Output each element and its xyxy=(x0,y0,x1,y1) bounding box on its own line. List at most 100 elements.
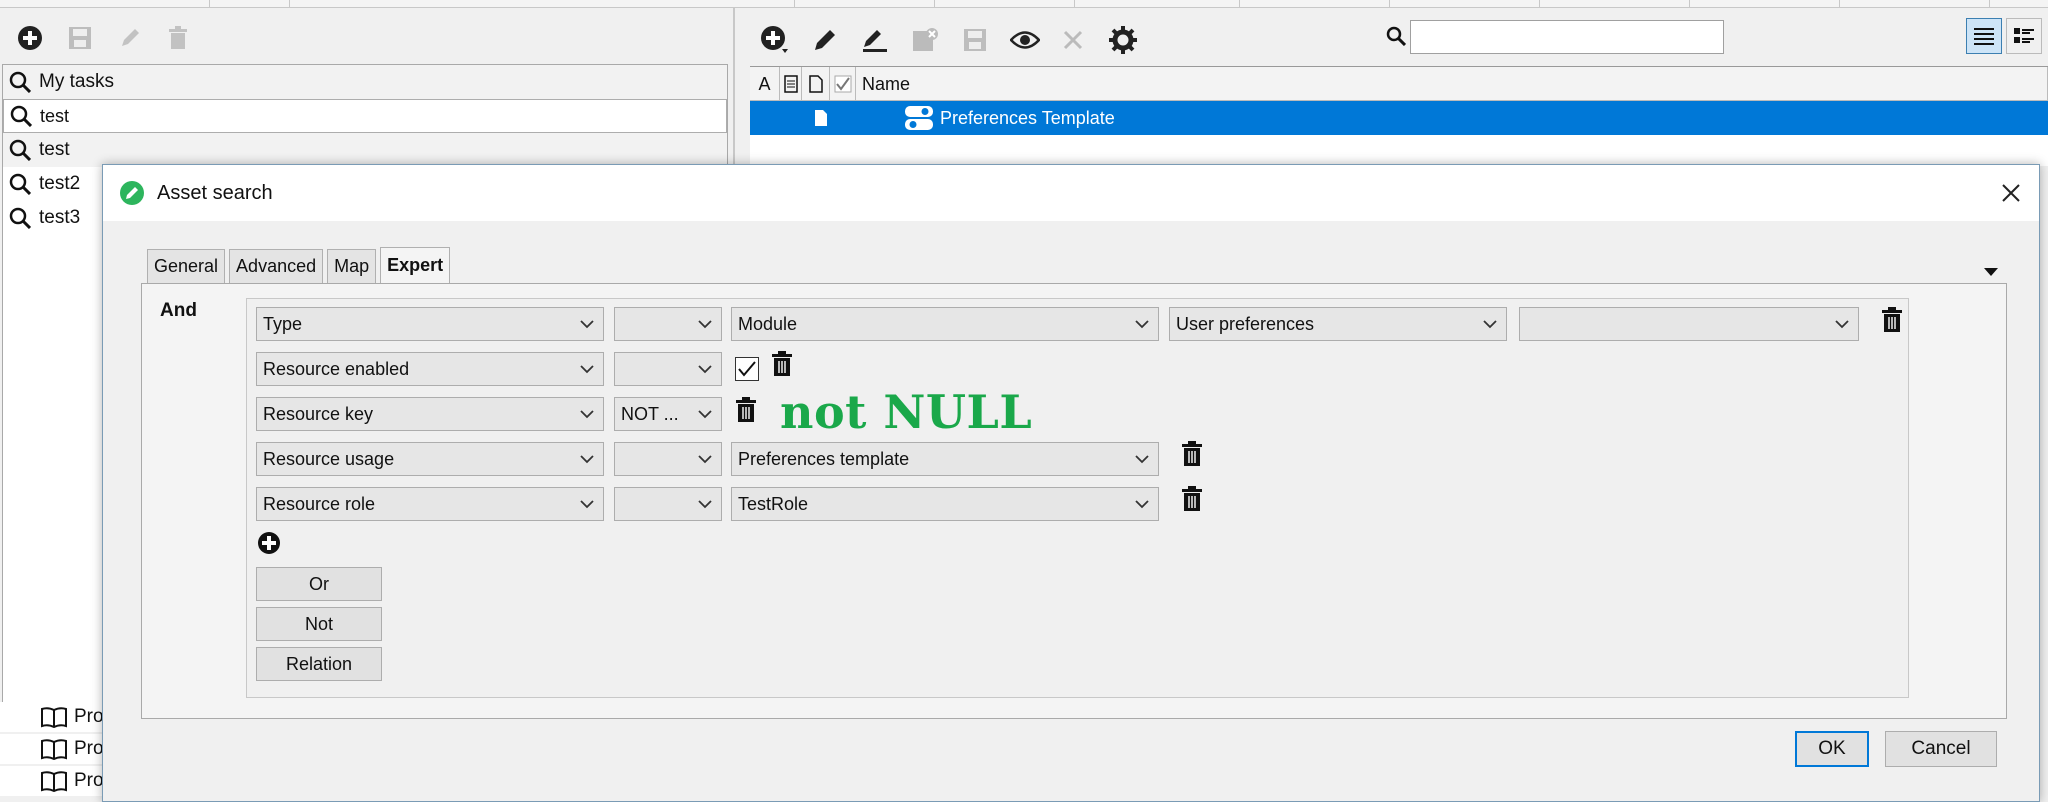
checkmark-icon xyxy=(738,361,756,377)
search-icon xyxy=(9,173,31,195)
view-icon[interactable] xyxy=(1007,22,1043,58)
tab-general[interactable]: General xyxy=(147,249,226,283)
save-icon[interactable] xyxy=(62,20,98,56)
remove-icon[interactable] xyxy=(907,22,943,58)
column-header[interactable] xyxy=(830,67,856,101)
conditions-area: Type Module User preferences Resource en… xyxy=(246,298,1909,698)
operator-select[interactable] xyxy=(614,352,722,386)
value-select[interactable]: User preferences xyxy=(1169,307,1507,341)
search-icon xyxy=(10,105,32,127)
trash-icon[interactable] xyxy=(1181,486,1203,512)
tab-menu-dropdown[interactable] xyxy=(1983,261,1999,283)
add-icon[interactable] xyxy=(12,20,48,56)
search-icon xyxy=(9,71,31,93)
save-icon[interactable] xyxy=(957,22,993,58)
list-item[interactable]: Pro xyxy=(0,734,110,764)
top-tab-strip xyxy=(0,0,2048,8)
list-item-label: Pro xyxy=(74,706,104,727)
chevron-down-icon xyxy=(698,500,712,509)
list-item[interactable]: My tasks xyxy=(3,65,727,99)
field-select[interactable]: Type xyxy=(256,307,604,341)
list-item[interactable]: test xyxy=(3,99,727,133)
list-item-label: test3 xyxy=(39,207,81,228)
search-input[interactable] xyxy=(1410,20,1724,54)
button-label: Or xyxy=(309,573,329,594)
left-toolbar xyxy=(0,18,735,62)
book-icon xyxy=(41,707,67,728)
delete-icon[interactable] xyxy=(160,20,196,56)
list-item[interactable]: Pro xyxy=(0,702,110,732)
field-select[interactable]: Resource key xyxy=(256,397,604,431)
operator-label: And xyxy=(160,300,197,321)
not-button[interactable]: Not xyxy=(256,607,382,641)
enabled-checkbox[interactable] xyxy=(735,357,759,381)
trash-icon[interactable] xyxy=(735,397,757,423)
list-item-label: My tasks xyxy=(39,71,114,92)
add-dropdown-icon[interactable] xyxy=(757,22,793,58)
column-header[interactable]: A xyxy=(750,67,780,101)
select-value: Resource role xyxy=(263,493,376,514)
button-label: Relation xyxy=(285,653,353,674)
column-header[interactable] xyxy=(802,67,830,101)
list-view-icon xyxy=(1974,28,1994,45)
value-select[interactable] xyxy=(1519,307,1859,341)
value-select[interactable]: Preferences template xyxy=(731,442,1159,476)
field-select[interactable]: Resource enabled xyxy=(256,352,604,386)
table-row[interactable]: Preferences Template xyxy=(750,101,2048,135)
chevron-down-icon xyxy=(580,320,594,329)
add-condition-icon[interactable] xyxy=(257,531,281,555)
chevron-down-icon xyxy=(580,365,594,374)
field-select[interactable]: Resource usage xyxy=(256,442,604,476)
list-item[interactable]: test xyxy=(3,133,727,167)
search-icon xyxy=(9,207,31,229)
column-header-label: A xyxy=(758,73,771,94)
search-icon xyxy=(1386,26,1407,52)
select-value: TestRole xyxy=(738,493,809,514)
tab-advanced[interactable]: Advanced xyxy=(229,249,324,283)
column-header-label: Name xyxy=(862,73,911,94)
list-item-label: test xyxy=(39,139,70,160)
list-item[interactable]: Pro xyxy=(0,766,110,796)
chevron-down-icon xyxy=(698,455,712,464)
value-select[interactable]: TestRole xyxy=(731,487,1159,521)
select-value: Resource usage xyxy=(263,448,395,469)
detail-view-button[interactable] xyxy=(2006,18,2042,54)
ok-button[interactable]: OK xyxy=(1795,731,1869,767)
trash-icon[interactable] xyxy=(1181,441,1203,467)
select-value: Resource key xyxy=(263,403,374,424)
tab-label: Advanced xyxy=(236,256,317,276)
operator-select[interactable] xyxy=(614,307,722,341)
toggle-icon xyxy=(905,106,933,130)
chevron-down-icon xyxy=(580,455,594,464)
value-select[interactable]: Module xyxy=(731,307,1159,341)
dialog-close-button[interactable] xyxy=(1993,175,2029,211)
list-view-button[interactable] xyxy=(1966,18,2002,54)
row-name: Preferences Template xyxy=(940,107,1115,128)
edit-icon[interactable] xyxy=(807,22,843,58)
operator-select[interactable] xyxy=(614,442,722,476)
trash-icon[interactable] xyxy=(1881,307,1903,333)
gear-icon[interactable] xyxy=(1105,22,1141,58)
list-item-label: test2 xyxy=(39,173,81,194)
relation-button[interactable]: Relation xyxy=(256,647,382,681)
edit-icon[interactable] xyxy=(112,20,148,56)
tab-expert[interactable]: Expert xyxy=(380,247,451,283)
cancel-button[interactable]: Cancel xyxy=(1885,731,1997,767)
field-select[interactable]: Resource role xyxy=(256,487,604,521)
list-item-label: Pro xyxy=(74,738,104,759)
button-label: OK xyxy=(1818,738,1846,759)
chevron-down-icon xyxy=(1135,500,1149,509)
close-icon[interactable] xyxy=(1055,22,1091,58)
list-item-label: Pro xyxy=(74,770,104,791)
operator-select[interactable]: NOT ... xyxy=(614,397,722,431)
column-header-name[interactable]: Name xyxy=(856,67,2048,101)
operator-select[interactable] xyxy=(614,487,722,521)
column-header[interactable] xyxy=(780,67,802,101)
tab-map[interactable]: Map xyxy=(327,249,377,283)
trash-icon[interactable] xyxy=(771,351,793,377)
search-tabs: General Advanced Map Expert xyxy=(147,247,451,283)
or-button[interactable]: Or xyxy=(256,567,382,601)
select-value: Type xyxy=(263,313,303,334)
chevron-down-icon xyxy=(698,365,712,374)
rename-icon[interactable] xyxy=(857,22,893,58)
